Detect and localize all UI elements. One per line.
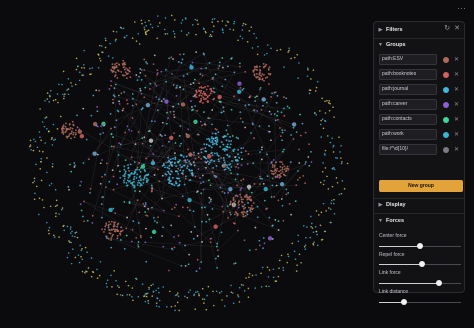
restore-defaults-icon[interactable]: ↻ <box>444 24 450 32</box>
group-query-input[interactable]: path:contacts <box>379 114 437 125</box>
display-label: Display <box>386 202 406 208</box>
remove-group-icon[interactable]: ✕ <box>454 56 459 63</box>
group-color-swatch[interactable] <box>443 146 449 153</box>
group-query-input[interactable]: path:ESV <box>379 54 437 65</box>
graph-nodes <box>29 14 349 312</box>
groups-label: Groups <box>386 42 406 48</box>
chevron-down-icon: ▼ <box>378 218 383 224</box>
group-color-swatch[interactable] <box>443 131 449 138</box>
link-force-label: Link force <box>379 270 401 276</box>
group-color-swatch[interactable] <box>443 86 449 93</box>
group-row: path:journal ✕ <box>379 84 463 95</box>
link-distance-label: Link distance <box>379 289 409 295</box>
link-force-slider[interactable] <box>379 280 461 286</box>
groups-section-header[interactable]: ▼ Groups <box>378 39 406 51</box>
center-force-slider[interactable] <box>379 243 461 249</box>
group-query-input[interactable]: path:journal <box>379 84 437 95</box>
graph-edges <box>79 53 307 269</box>
remove-group-icon[interactable]: ✕ <box>454 86 459 93</box>
remove-group-icon[interactable]: ✕ <box>454 116 459 123</box>
slider-handle[interactable] <box>401 299 408 305</box>
slider-handle[interactable] <box>435 280 442 286</box>
new-group-button[interactable]: New group <box>379 180 463 192</box>
group-color-swatch[interactable] <box>443 56 449 63</box>
group-query-input[interactable]: path:booknotes <box>379 69 437 80</box>
remove-group-icon[interactable]: ✕ <box>454 71 459 78</box>
group-color-swatch[interactable] <box>443 116 449 123</box>
group-color-swatch[interactable] <box>443 71 449 78</box>
group-row: path:work ✕ <box>379 129 463 140</box>
chevron-right-icon: ▶ <box>378 202 383 208</box>
filters-section-header[interactable]: ▶ Filters <box>378 24 403 36</box>
close-icon[interactable]: ✕ <box>454 24 460 32</box>
filters-label: Filters <box>386 27 403 33</box>
remove-group-icon[interactable]: ✕ <box>454 131 459 138</box>
forces-label: Forces <box>386 218 405 224</box>
graph-settings-panel: ▶ Filters ↻ ✕ ▼ Groups path:ESV ✕ path:b… <box>373 21 465 305</box>
repel-force-label: Repel force <box>379 252 405 258</box>
group-query-input[interactable]: file:/^\d{10}/ <box>379 144 437 155</box>
group-row: path:career ✕ <box>379 99 463 110</box>
slider-handle[interactable] <box>418 261 425 267</box>
group-row: file:/^\d{10}/ ✕ <box>379 144 463 155</box>
group-row: path:ESV ✕ <box>379 54 463 65</box>
group-row: path:contacts ✕ <box>379 114 463 125</box>
slider-handle[interactable] <box>417 243 423 249</box>
repel-force-slider[interactable] <box>379 261 461 267</box>
group-query-input[interactable]: path:work <box>379 129 437 140</box>
more-options-icon[interactable]: ⋯ <box>457 4 466 13</box>
display-section-header[interactable]: ▶ Display <box>378 199 406 211</box>
chevron-down-icon: ▼ <box>378 42 383 48</box>
remove-group-icon[interactable]: ✕ <box>454 146 459 153</box>
link-distance-slider[interactable] <box>379 299 461 305</box>
forces-section-header[interactable]: ▼ Forces <box>378 215 404 227</box>
chevron-right-icon: ▶ <box>378 27 383 33</box>
remove-group-icon[interactable]: ✕ <box>454 101 459 108</box>
group-query-input[interactable]: path:career <box>379 99 437 110</box>
center-force-label: Center force <box>379 233 407 239</box>
group-row: path:booknotes ✕ <box>379 69 463 80</box>
group-color-swatch[interactable] <box>443 101 449 108</box>
